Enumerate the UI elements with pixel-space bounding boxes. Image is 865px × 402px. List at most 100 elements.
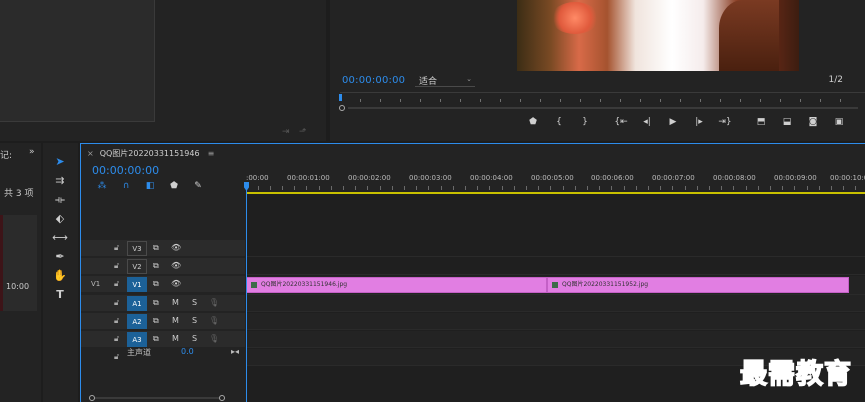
step-forward-icon[interactable]: |▸ — [686, 117, 712, 127]
clip-1-label: QQ图片20220331151946.jpg — [261, 281, 348, 288]
mute-button[interactable]: M — [172, 316, 179, 325]
sync-lock-icon[interactable]: ⧉ — [153, 243, 159, 253]
watermark-logo: 最需教育 — [739, 358, 852, 391]
sync-lock-icon[interactable]: ⧉ — [153, 316, 159, 326]
track-target-v3[interactable]: V3 — [127, 241, 147, 256]
resolution-dropdown[interactable]: 1/2 — [829, 75, 843, 85]
marker-icon[interactable]: ⬟ — [520, 117, 546, 127]
mute-button[interactable]: M — [172, 334, 179, 343]
sync-lock-icon[interactable]: ⧉ — [153, 298, 159, 308]
sync-lock-icon[interactable]: ⧉ — [153, 334, 159, 344]
track-target-a2[interactable]: A2 — [127, 314, 147, 329]
hand-tool-icon[interactable]: ✋ — [52, 268, 68, 284]
program-zoom-bar[interactable] — [348, 107, 858, 109]
step-back-icon[interactable]: ◂| — [634, 117, 660, 127]
eye-icon[interactable]: 👁︎ — [171, 279, 181, 288]
eye-icon[interactable]: 👁︎ — [171, 243, 181, 252]
mark-in-icon[interactable]: { — [546, 117, 572, 127]
go-to-out-icon[interactable]: ⇥} — [712, 117, 738, 127]
nest-icon[interactable]: ⁂ — [95, 181, 109, 191]
linked-selection-icon[interactable]: ◧ — [143, 181, 157, 191]
fit-dropdown-label: 适合 — [419, 77, 438, 87]
close-icon[interactable]: × — [87, 149, 94, 158]
ripple-edit-tool-icon[interactable]: ⟛ — [52, 192, 68, 208]
double-chevron-icon[interactable]: » — [29, 147, 35, 157]
solo-button[interactable]: S — [192, 316, 197, 325]
mark-out-icon[interactable]: } — [572, 117, 598, 127]
track-header-a1: 🔓︎ A1 ⧉ M S 🎙︎ — [81, 295, 245, 312]
extract-icon[interactable]: ⬓ — [774, 117, 800, 127]
sequence-tab[interactable]: × QQ图片20220331151946 ≡ — [87, 148, 214, 159]
lock-icon[interactable]: 🔓︎ — [114, 352, 119, 362]
playhead-line — [246, 190, 247, 402]
menu-icon[interactable]: ≡ — [208, 149, 215, 158]
play-icon[interactable]: ▶ — [660, 117, 686, 127]
comparison-view-icon[interactable]: ▣ — [826, 117, 852, 127]
ruler-label: 00:00:09:00 — [774, 174, 817, 182]
track-target-a3[interactable]: A3 — [127, 332, 147, 347]
mute-button[interactable]: M — [172, 298, 179, 307]
program-timecode[interactable]: 00:00:00:00 — [342, 75, 405, 86]
microphone-icon[interactable]: 🎙︎ — [209, 334, 219, 343]
track-lane-a1[interactable] — [246, 295, 865, 312]
pen-tool-icon[interactable]: ✒ — [52, 249, 68, 265]
lock-icon[interactable]: 🔓︎ — [114, 334, 119, 344]
solo-button[interactable]: S — [192, 334, 197, 343]
go-to-end-icon[interactable]: ▸◂ — [231, 347, 239, 356]
ruler-label: 00:00:08:00 — [713, 174, 756, 182]
sequence-timecode[interactable]: 00:00:00:00 — [92, 164, 159, 177]
track-lane-a2[interactable] — [246, 313, 865, 330]
eye-icon[interactable]: 👁︎ — [171, 261, 181, 270]
zoom-handle-right[interactable] — [219, 395, 225, 401]
lock-icon[interactable]: 🔓︎ — [114, 243, 119, 253]
track-lane-v3[interactable] — [246, 240, 865, 257]
solo-button[interactable]: S — [192, 298, 197, 307]
ruler-label: 00:00:06:00 — [591, 174, 634, 182]
source-panel-content — [0, 0, 155, 122]
export-icon[interactable]: ⬏ — [299, 127, 307, 137]
program-ruler[interactable] — [339, 92, 865, 111]
sync-lock-icon[interactable]: ⧉ — [153, 279, 159, 289]
microphone-icon[interactable]: 🎙︎ — [209, 298, 219, 307]
track-lane-v2[interactable] — [246, 258, 865, 275]
track-target-a1[interactable]: A1 — [127, 296, 147, 311]
lock-icon[interactable]: 🔓︎ — [114, 298, 119, 308]
lift-icon[interactable]: ⬒ — [748, 117, 774, 127]
ruler-label: :00:00 — [246, 174, 269, 182]
timeline-zoom-scrollbar[interactable] — [89, 395, 229, 401]
type-tool-icon[interactable]: T — [52, 287, 68, 303]
track-target-v2[interactable]: V2 — [127, 259, 147, 274]
clip-1[interactable]: QQ图片20220331151946.jpg — [246, 277, 547, 293]
timeline-ruler[interactable]: :00:00 00:00:01:00 00:00:02:00 00:00:03:… — [246, 172, 865, 194]
thumbnail-edge — [0, 215, 3, 311]
slip-tool-icon[interactable]: ⟷ — [52, 230, 68, 246]
zoom-scroll-bar[interactable] — [95, 397, 219, 399]
track-select-tool-icon[interactable]: ⇉ — [52, 173, 68, 189]
add-marker-icon[interactable]: ⬟ — [167, 181, 181, 191]
camera-icon[interactable]: ◙ — [800, 117, 826, 127]
sync-lock-icon[interactable]: ⧉ — [153, 261, 159, 271]
master-volume-value[interactable]: 0.0 — [181, 347, 194, 356]
track-target-v1[interactable]: V1 — [127, 277, 147, 292]
microphone-icon[interactable]: 🎙︎ — [209, 316, 219, 325]
fit-dropdown[interactable]: 适合 ⌄ — [415, 74, 475, 87]
track-lane-a3[interactable] — [246, 331, 865, 348]
source-patch-v1[interactable]: V1 — [91, 280, 100, 288]
program-video-frame — [517, 0, 799, 71]
snap-icon[interactable]: ∩ — [119, 181, 133, 191]
lock-icon[interactable]: 🔓︎ — [114, 279, 119, 289]
lock-icon[interactable]: 🔓︎ — [114, 261, 119, 271]
track-lane-v1[interactable]: QQ图片20220331151946.jpg QQ图片2022033115195… — [246, 276, 865, 295]
media-thumbnail[interactable] — [0, 215, 37, 311]
insert-icon[interactable]: ⇥ — [282, 127, 290, 137]
track-header-a2: 🔓︎ A2 ⧉ M S 🎙︎ — [81, 313, 245, 330]
wrench-icon[interactable]: ✎ — [191, 181, 205, 191]
clip-2[interactable]: QQ图片20220331151952.jpg — [547, 277, 849, 293]
razor-tool-icon[interactable]: ⬖ — [52, 211, 68, 227]
program-zoom-handle[interactable] — [339, 105, 345, 111]
go-to-in-icon[interactable]: {⇤ — [608, 117, 634, 127]
program-playhead[interactable] — [339, 94, 342, 101]
selection-tool-icon[interactable]: ➤ — [52, 154, 68, 170]
transport-controls: ⬟ { } {⇤ ◂| ▶ |▸ ⇥} ⬒ ⬓ ◙ ▣ — [520, 117, 852, 127]
lock-icon[interactable]: 🔓︎ — [114, 316, 119, 326]
